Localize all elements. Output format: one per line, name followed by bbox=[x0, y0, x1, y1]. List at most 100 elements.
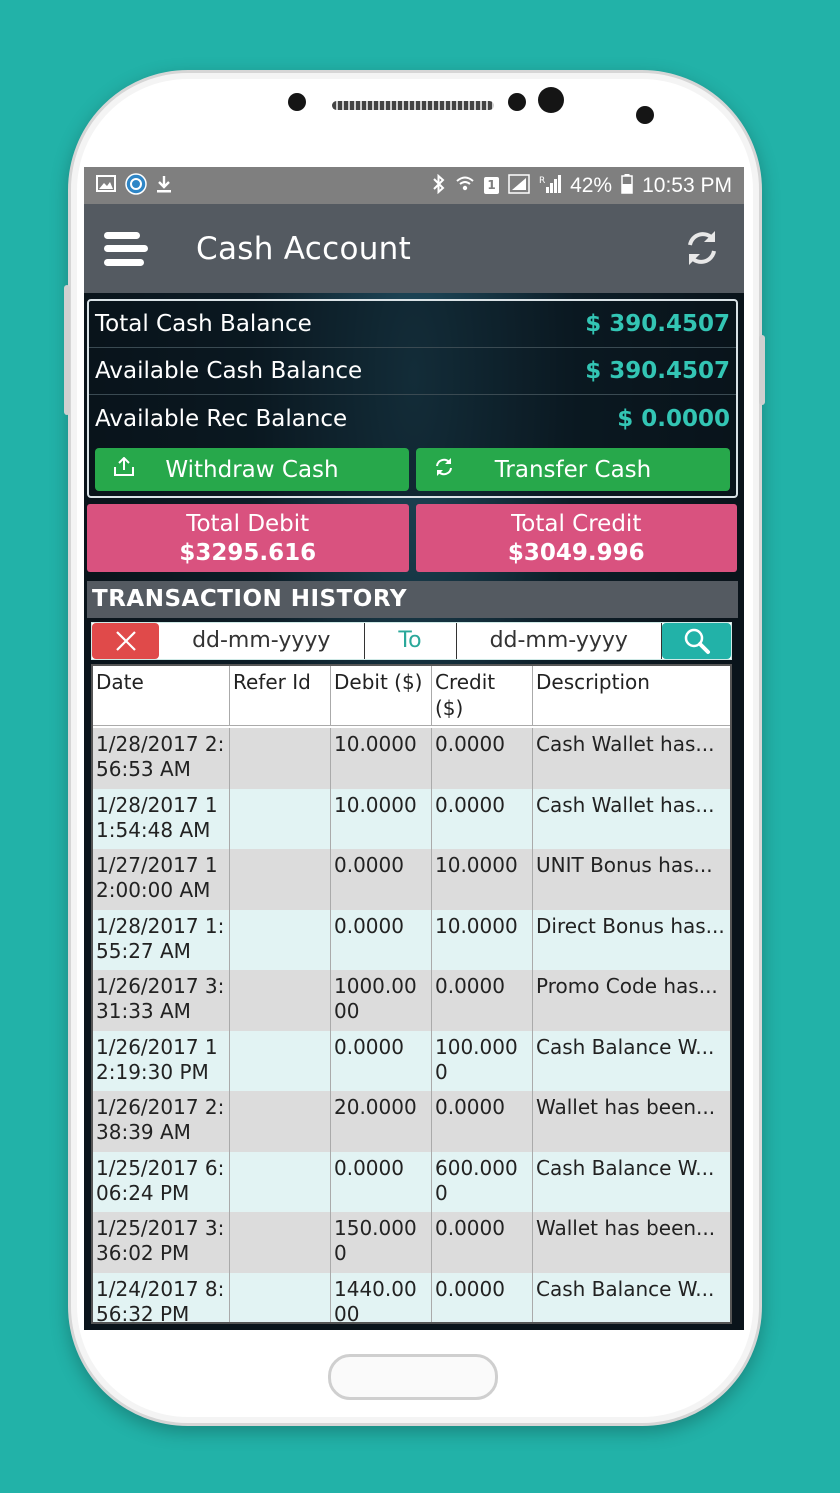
cell-refer-id bbox=[230, 970, 331, 1031]
power-button bbox=[759, 335, 765, 405]
refresh-icon[interactable] bbox=[682, 228, 722, 268]
volume-button bbox=[64, 285, 70, 415]
download-icon bbox=[156, 175, 172, 197]
cell-description: Wallet has been... bbox=[536, 1095, 716, 1119]
column-header-date[interactable]: Date bbox=[93, 666, 230, 725]
svg-text:R: R bbox=[539, 176, 545, 186]
battery-percent: 42% bbox=[570, 173, 613, 197]
cell-refer-id bbox=[230, 1151, 331, 1212]
to-label: To bbox=[365, 623, 457, 659]
total-credit-card: Total Credit $3049.996 bbox=[415, 504, 737, 572]
cell-refer-id bbox=[230, 1030, 331, 1091]
table-row[interactable]: 1/28/2017 11:54:48 AM 10.0000 0.0000 Cas… bbox=[93, 788, 730, 849]
cell-refer-id bbox=[230, 849, 331, 910]
led-indicator-icon bbox=[636, 106, 654, 124]
total-debit-label: Total Debit bbox=[186, 511, 310, 537]
cell-date: 1/25/2017 3:36:02 PM bbox=[93, 1212, 230, 1273]
cell-refer-id bbox=[230, 1212, 331, 1273]
table-row[interactable]: 1/26/2017 3:31:33 AM 1000.0000 0.0000 Pr… bbox=[93, 970, 730, 1031]
transfer-cash-button[interactable]: Transfer Cash bbox=[416, 448, 730, 491]
table-row[interactable]: 1/26/2017 2:38:39 AM 20.0000 0.0000 Wall… bbox=[93, 1091, 730, 1152]
column-header-credit[interactable]: Credit ($) bbox=[432, 666, 533, 725]
cell-refer-id bbox=[230, 788, 331, 849]
cell-debit: 150.0000 bbox=[331, 1212, 432, 1273]
table-row[interactable]: 1/28/2017 1:55:27 AM 0.0000 10.0000 Dire… bbox=[93, 909, 730, 970]
cell-credit: 0.0000 bbox=[432, 1272, 533, 1322]
wifi-icon bbox=[455, 175, 475, 197]
image-notification-icon bbox=[96, 175, 116, 196]
cell-refer-id bbox=[230, 1091, 331, 1152]
cell-description: UNIT Bonus has... bbox=[536, 853, 713, 877]
screen: 1 R 42% 10:53 PM Cash Account Total Cash… bbox=[84, 167, 744, 1330]
table-row[interactable]: 1/26/2017 12:19:30 PM 0.0000 100.0000 Ca… bbox=[93, 1030, 730, 1091]
battery-icon bbox=[621, 173, 633, 198]
cell-date: 1/26/2017 2:38:39 AM bbox=[93, 1091, 230, 1152]
table-body: 1/28/2017 2:56:53 AM 10.0000 0.0000 Cash… bbox=[93, 726, 730, 1322]
cell-credit: 0.0000 bbox=[432, 1212, 533, 1273]
action-buttons: Withdraw Cash Transfer Cash bbox=[89, 442, 736, 491]
cell-refer-id bbox=[230, 909, 331, 970]
to-date-input[interactable]: dd-mm-yyyy bbox=[457, 623, 662, 659]
cell-refer-id bbox=[230, 1272, 331, 1322]
clear-filter-button[interactable] bbox=[92, 623, 159, 659]
menu-icon[interactable] bbox=[104, 231, 148, 266]
transaction-table[interactable]: Date Refer Id Debit ($) Credit ($) Descr… bbox=[91, 664, 732, 1324]
balance-value: $ 390.4507 bbox=[585, 311, 730, 337]
cell-credit: 0.0000 bbox=[432, 788, 533, 849]
content-area: Total Cash Balance $ 390.4507 Available … bbox=[84, 293, 744, 1330]
cell-credit: 0.0000 bbox=[432, 1091, 533, 1152]
cell-credit: 600.0000 bbox=[432, 1151, 533, 1212]
table-row[interactable]: 1/24/2017 8:56:32 PM 1440.0000 0.0000 Ca… bbox=[93, 1272, 730, 1322]
transfer-cash-label: Transfer Cash bbox=[494, 456, 652, 483]
total-cash-balance-row: Total Cash Balance $ 390.4507 bbox=[89, 301, 736, 348]
sim-slot-icon: 1 bbox=[484, 177, 500, 194]
withdraw-cash-button[interactable]: Withdraw Cash bbox=[95, 448, 409, 491]
balance-value: $ 390.4507 bbox=[585, 358, 730, 384]
column-header-debit[interactable]: Debit ($) bbox=[331, 666, 432, 725]
table-row[interactable]: 1/28/2017 2:56:53 AM 10.0000 0.0000 Cash… bbox=[93, 728, 730, 789]
cell-debit: 0.0000 bbox=[331, 1151, 432, 1212]
cell-debit: 10.0000 bbox=[331, 788, 432, 849]
column-header-description[interactable]: Description bbox=[533, 666, 730, 725]
from-date-input[interactable]: dd-mm-yyyy bbox=[159, 623, 365, 659]
cell-credit: 0.0000 bbox=[432, 728, 533, 789]
cell-debit: 0.0000 bbox=[331, 1030, 432, 1091]
cell-description: Cash Balance W... bbox=[536, 1034, 715, 1059]
available-cash-balance-row: Available Cash Balance $ 390.4507 bbox=[89, 348, 736, 395]
cell-description: Wallet has been... bbox=[536, 1216, 716, 1240]
front-camera-icon bbox=[538, 87, 564, 113]
cell-signal-icon: R bbox=[539, 174, 562, 198]
cell-debit: 0.0000 bbox=[331, 909, 432, 970]
cell-credit: 0.0000 bbox=[432, 970, 533, 1031]
proximity-sensor-icon bbox=[508, 93, 526, 111]
table-row[interactable]: 1/25/2017 6:06:24 PM 0.0000 600.0000 Cas… bbox=[93, 1151, 730, 1212]
column-header-refer-id[interactable]: Refer Id bbox=[230, 666, 331, 725]
app-bar: Cash Account bbox=[84, 204, 744, 293]
front-sensor-icon bbox=[288, 93, 306, 111]
cell-description: Cash Balance W... bbox=[536, 1276, 715, 1301]
home-button[interactable] bbox=[328, 1354, 498, 1400]
totals-row: Total Debit $3295.616 Total Credit $3049… bbox=[87, 504, 737, 572]
balance-value: $ 0.0000 bbox=[617, 405, 730, 432]
cell-description: Promo Code has... bbox=[536, 974, 718, 998]
cell-debit: 1440.0000 bbox=[331, 1272, 432, 1322]
cell-date: 1/26/2017 3:31:33 AM bbox=[93, 970, 230, 1031]
close-icon bbox=[115, 631, 136, 651]
bluetooth-icon bbox=[432, 173, 446, 198]
cell-date: 1/26/2017 12:19:30 PM bbox=[93, 1030, 230, 1091]
cell-description: Cash Wallet has... bbox=[536, 792, 715, 817]
date-filter: dd-mm-yyyy To dd-mm-yyyy bbox=[91, 622, 732, 660]
table-row[interactable]: 1/27/2017 12:00:00 AM 0.0000 10.0000 UNI… bbox=[93, 849, 730, 910]
table-row[interactable]: 1/25/2017 3:36:02 PM 150.0000 0.0000 Wal… bbox=[93, 1212, 730, 1273]
app-notification-icon bbox=[125, 172, 147, 199]
cell-debit: 20.0000 bbox=[331, 1091, 432, 1152]
total-debit-card: Total Debit $3295.616 bbox=[87, 504, 409, 572]
data-signal-icon bbox=[508, 173, 530, 198]
page-title: Cash Account bbox=[196, 230, 412, 267]
total-credit-label: Total Credit bbox=[511, 511, 642, 537]
search-button[interactable] bbox=[662, 623, 731, 659]
withdraw-cash-label: Withdraw Cash bbox=[165, 456, 339, 483]
cell-date: 1/24/2017 8:56:32 PM bbox=[93, 1272, 230, 1322]
cell-credit: 10.0000 bbox=[432, 909, 533, 970]
total-credit-value: $3049.996 bbox=[507, 540, 645, 566]
